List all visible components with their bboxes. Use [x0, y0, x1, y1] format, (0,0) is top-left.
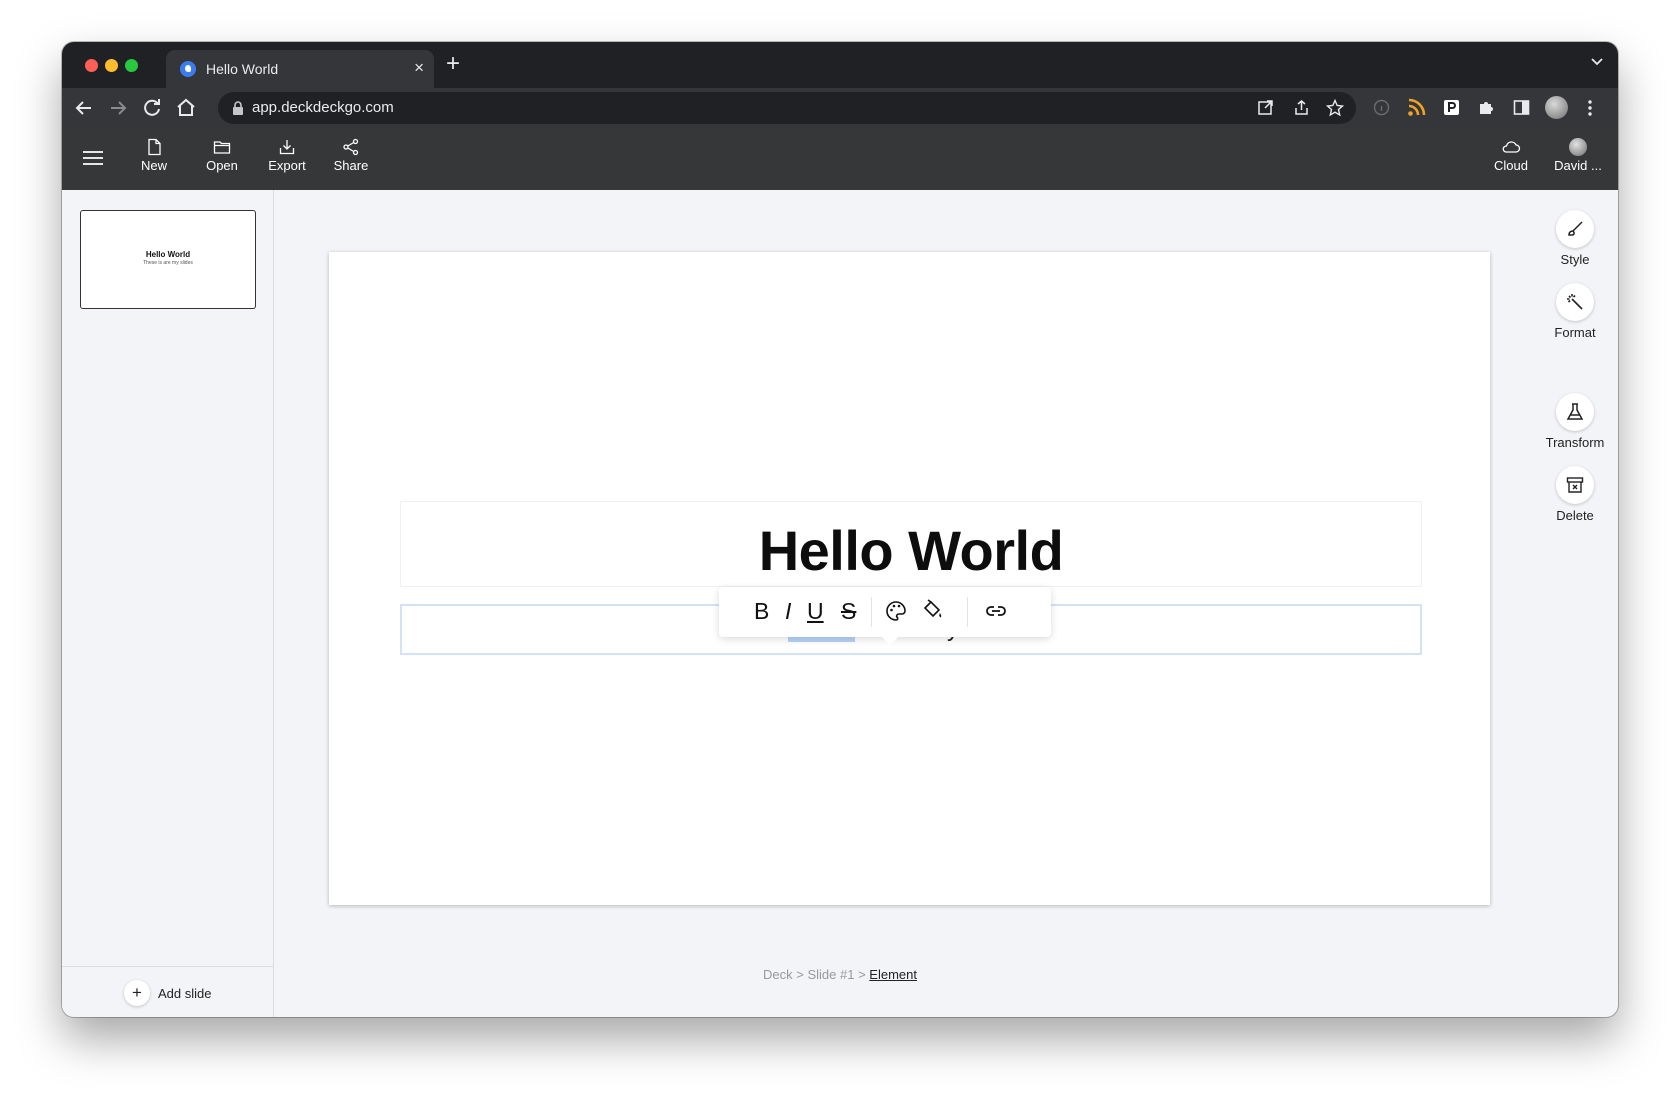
slide-thumbnail-1[interactable]: Hello World These is are my slides [80, 210, 256, 309]
browser-window: Hello World × + app.deckdeckgo.com New O… [62, 42, 1618, 1017]
color-palette-icon[interactable] [885, 600, 907, 622]
magic-wand-icon [1556, 283, 1594, 321]
breadcrumb-separator: > [792, 967, 808, 982]
zoom-window-button[interactable] [125, 59, 138, 72]
menu-hamburger-icon[interactable] [82, 150, 104, 166]
archive-delete-icon [1556, 466, 1594, 504]
download-icon [279, 140, 295, 155]
style-button[interactable]: Style [1540, 210, 1610, 267]
format-label: Format [1554, 325, 1596, 340]
breadcrumb-slide[interactable]: Slide #1 [807, 967, 854, 982]
lock-icon[interactable] [232, 101, 244, 115]
app-header: New Open Export Share Cloud David ... [62, 128, 1618, 190]
share-icon [343, 138, 359, 156]
slide-title-element[interactable]: Hello World [400, 501, 1422, 587]
cloud-icon [1502, 141, 1521, 153]
thumbnail-title: Hello World [145, 250, 191, 259]
bookmark-star-icon[interactable] [1326, 99, 1344, 117]
flask-icon [1556, 393, 1594, 431]
tab-title: Hello World [206, 61, 279, 77]
delete-button[interactable]: Delete [1540, 466, 1610, 523]
background-fill-icon[interactable] [921, 599, 943, 621]
transform-button[interactable]: Transform [1540, 393, 1610, 450]
new-label: New [140, 158, 167, 173]
back-arrow-icon[interactable] [72, 96, 96, 120]
add-slide-label: Add slide [158, 985, 212, 1001]
home-icon[interactable] [174, 96, 198, 120]
breadcrumb: Deck > Slide #1 > Element [62, 967, 1618, 982]
open-button[interactable]: Open [200, 138, 244, 173]
folder-icon [213, 141, 231, 154]
export-label: Export [268, 158, 306, 173]
delete-label: Delete [1556, 508, 1594, 523]
address-bar[interactable]: app.deckdeckgo.com [218, 92, 1356, 124]
deckdeckgo-favicon-icon [180, 61, 196, 77]
strikethrough-button[interactable]: S [841, 599, 856, 623]
slide-title[interactable]: Hello World [401, 518, 1421, 583]
share-label: Share [333, 158, 369, 173]
forward-arrow-icon[interactable] [106, 96, 130, 120]
browser-tab[interactable]: Hello World × [166, 50, 434, 88]
browser-toolbar: app.deckdeckgo.com [62, 88, 1618, 128]
tab-strip: Hello World × + [62, 42, 1618, 88]
link-icon[interactable] [985, 601, 1007, 621]
cloud-label: Cloud [1494, 158, 1528, 173]
close-window-button[interactable] [85, 59, 98, 72]
new-tab-button[interactable]: + [446, 52, 460, 76]
share-button[interactable]: Share [330, 138, 372, 173]
toolbar-divider [871, 597, 872, 627]
tab-close-button[interactable]: × [414, 58, 424, 78]
inline-format-toolbar: B I U S [719, 587, 1051, 637]
rss-icon[interactable] [1407, 98, 1426, 117]
breadcrumb-deck[interactable]: Deck [763, 967, 793, 982]
profile-avatar[interactable] [1545, 96, 1568, 119]
export-button[interactable]: Export [262, 138, 312, 173]
format-button[interactable]: Format [1540, 283, 1610, 340]
plus-icon: + [124, 980, 150, 1006]
slides-sidebar: Hello World These is are my slides + Add… [62, 190, 274, 1017]
add-slide-button[interactable]: + Add slide [124, 979, 211, 1007]
slide-canvas[interactable]: Hello World These is are my slides. [329, 252, 1490, 905]
user-label: David ... [1554, 158, 1602, 173]
extension-info-icon[interactable] [1373, 99, 1390, 116]
cloud-button[interactable]: Cloud [1490, 138, 1532, 173]
user-menu-button[interactable]: David ... [1548, 138, 1608, 173]
transform-label: Transform [1545, 435, 1605, 450]
tab-search-icon[interactable] [1590, 54, 1604, 68]
breadcrumb-element[interactable]: Element [869, 967, 917, 982]
side-panel-icon[interactable] [1513, 99, 1530, 116]
toolbar-divider [967, 597, 968, 627]
more-options-icon[interactable] [1587, 100, 1593, 116]
italic-button[interactable]: I [785, 599, 791, 623]
extensions-puzzle-icon[interactable] [1477, 98, 1495, 116]
toolbar-pointer [880, 635, 900, 645]
url-text[interactable]: app.deckdeckgo.com [252, 99, 394, 116]
user-avatar [1569, 138, 1587, 156]
new-button[interactable]: New [134, 138, 174, 173]
open-in-app-icon[interactable] [1257, 99, 1274, 116]
open-label: Open [206, 158, 238, 173]
thumbnail-subtitle: These is are my slides [143, 260, 193, 266]
new-file-icon [148, 138, 161, 156]
breadcrumb-separator: > [854, 967, 870, 982]
brush-icon [1556, 210, 1594, 248]
reload-icon[interactable] [140, 96, 164, 120]
minimize-window-button[interactable] [105, 59, 118, 72]
bold-button[interactable]: B [754, 599, 769, 623]
share-page-icon[interactable] [1293, 99, 1310, 116]
style-label: Style [1560, 252, 1590, 267]
p-extension-icon[interactable] [1443, 99, 1460, 116]
underline-button[interactable]: U [807, 599, 824, 623]
